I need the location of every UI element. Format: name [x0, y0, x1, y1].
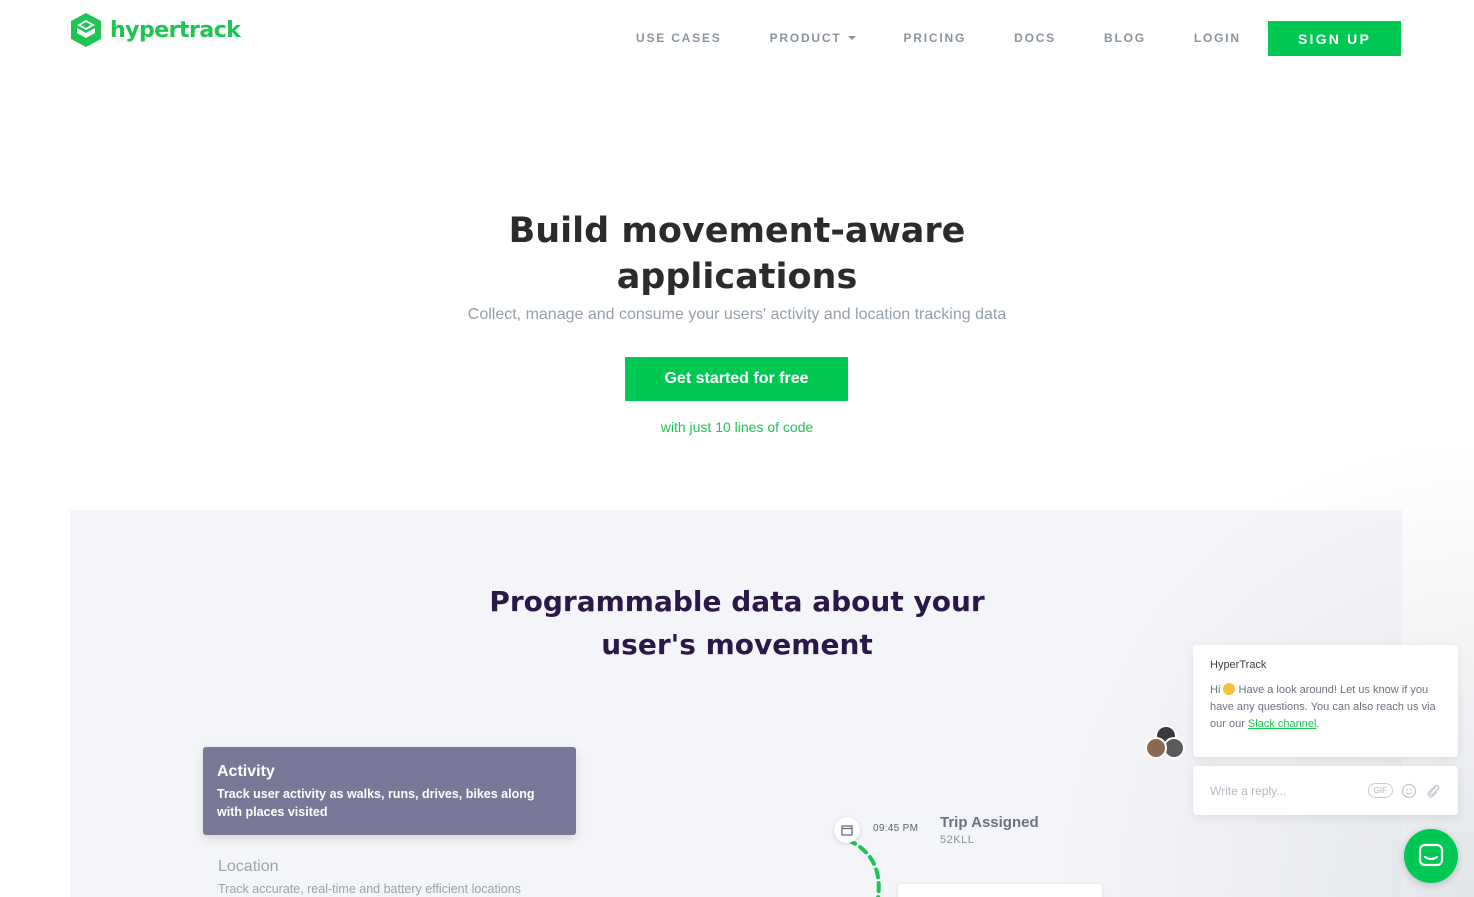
nav-use-cases[interactable]: USE CASES [636, 22, 722, 54]
feature-card-location[interactable]: Location Track accurate, real-time and b… [218, 858, 598, 896]
attachment-icon[interactable] [1425, 783, 1441, 799]
chat-reply-box: GIF [1193, 766, 1458, 815]
feature-title: Location [218, 858, 279, 875]
get-started-button[interactable]: Get started for free [625, 357, 848, 401]
nav-product-label: PRODUCT [769, 31, 842, 45]
chat-message-bubble: HyperTrack Hi Have a look around! Let us… [1193, 645, 1458, 757]
feature-desc-line1: Track user activity as walks, runs, driv… [217, 787, 535, 801]
nav-docs-label: DOCS [1014, 31, 1056, 45]
chat-message: Hi Have a look around! Let us know if yo… [1210, 682, 1441, 733]
chat-sender-name: HyperTrack [1210, 659, 1267, 671]
nav-blog-label: BLOG [1103, 31, 1146, 45]
logo-text: hypertrack [110, 17, 241, 43]
feature-desc: Track user activity as walks, runs, driv… [217, 785, 562, 821]
chat-message-text: . [1316, 718, 1320, 730]
nav-docs[interactable]: DOCS [1014, 22, 1056, 54]
timeline-card [898, 884, 1102, 897]
main-nav: USE CASES PRODUCT PRICING DOCS BLOG LOGI… [636, 22, 1289, 54]
gif-button[interactable]: GIF [1367, 783, 1393, 798]
caret-down-icon [847, 36, 856, 40]
hero-title: Build movement-aware applications [0, 208, 1474, 300]
nav-blog[interactable]: BLOG [1104, 22, 1146, 54]
slack-channel-link[interactable]: Slack channel [1248, 718, 1317, 730]
section-title-line1: Programmable data about your [489, 585, 985, 618]
nav-pricing[interactable]: PRICING [904, 22, 967, 54]
logo[interactable]: hypertrack [70, 12, 241, 48]
nav-login-label: LOGIN [1193, 31, 1241, 45]
chat-reply-input[interactable] [1210, 783, 1360, 798]
timeline-title: Trip Assigned [940, 814, 1039, 831]
nav-pricing-label: PRICING [903, 31, 967, 45]
reply-icons: GIF [1367, 783, 1441, 799]
chat-message-text: Hi [1210, 684, 1224, 696]
nav-use-cases-label: USE CASES [636, 31, 722, 45]
nav-login[interactable]: LOGIN [1194, 22, 1241, 54]
nav-product[interactable]: PRODUCT [770, 22, 856, 54]
hero-title-line1: Build movement-aware [508, 211, 966, 251]
feature-card-activity[interactable]: Activity Track user activity as walks, r… [203, 747, 576, 835]
timeline-path [846, 838, 881, 897]
grinning-emoji-icon [1223, 683, 1236, 695]
hero-title-line2: applications [616, 257, 858, 297]
timeline-node [834, 817, 860, 843]
signup-button[interactable]: SIGN UP [1268, 21, 1401, 56]
chat-icon [1418, 843, 1444, 867]
chat-launcher-button[interactable] [1404, 829, 1458, 883]
feature-desc: Track accurate, real-time and battery ef… [218, 882, 521, 896]
emoji-icon[interactable] [1401, 783, 1417, 799]
cta-note: with just 10 lines of code [660, 419, 814, 435]
chat-avatars [1145, 725, 1185, 761]
hero-subtitle: Collect, manage and consume your users' … [467, 306, 1007, 323]
avatar [1145, 737, 1167, 759]
feature-title: Activity [217, 763, 275, 780]
timeline-subtitle: 52KLL [940, 834, 975, 846]
chat-message-text: Have a look around! Let us know if you h… [1210, 684, 1436, 730]
calendar-icon [841, 825, 853, 836]
hypertrack-logo-icon [71, 13, 101, 47]
feature-desc-line2: with places visited [217, 805, 328, 819]
timeline-time: 09:45 PM [873, 823, 919, 834]
section-title-line2: user's movement [601, 628, 873, 661]
